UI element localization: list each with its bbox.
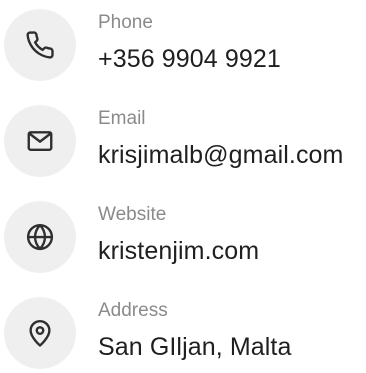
- phone-value[interactable]: +356 9904 9921: [98, 47, 281, 72]
- email-label: Email: [98, 108, 146, 129]
- email-value[interactable]: krisjimalb@gmail.com: [98, 143, 343, 168]
- map-pin-icon-badge: [4, 297, 76, 369]
- phone-icon-badge: [4, 9, 76, 81]
- contact-item-address: Address San GIljan, Malta: [0, 293, 366, 373]
- mail-icon: [27, 131, 53, 151]
- map-pin-icon: [29, 319, 51, 347]
- contact-item-email: Email krisjimalb@gmail.com: [0, 101, 366, 181]
- address-label: Address: [98, 300, 168, 321]
- contact-info-list: Phone +356 9904 9921 Email krisjimalb@gm…: [0, 0, 366, 369]
- contact-item-website: Website kristenjim.com: [0, 197, 366, 277]
- website-label: Website: [98, 204, 167, 225]
- phone-label: Phone: [98, 12, 153, 33]
- contact-item-phone: Phone +356 9904 9921: [0, 5, 366, 85]
- globe-icon-badge: [4, 201, 76, 273]
- mail-icon-badge: [4, 105, 76, 177]
- website-value[interactable]: kristenjim.com: [98, 239, 259, 264]
- globe-icon: [26, 223, 54, 251]
- phone-icon: [26, 31, 54, 59]
- address-value[interactable]: San GIljan, Malta: [98, 335, 291, 360]
